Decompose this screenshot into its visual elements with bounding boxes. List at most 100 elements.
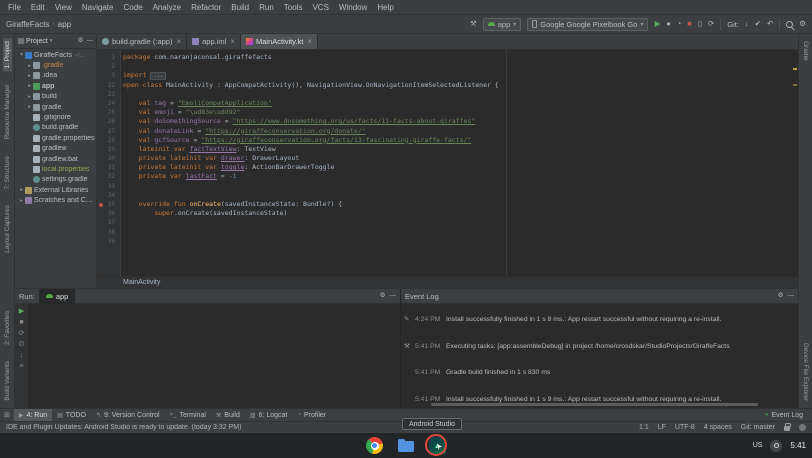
android-studio-icon[interactable]: ▲	[429, 437, 446, 454]
run-icon[interactable]: ▶	[654, 20, 660, 28]
close-icon[interactable]: ×	[230, 37, 235, 46]
tree-item-app[interactable]: ▸app	[15, 81, 96, 91]
menu-item-code[interactable]: Code	[118, 3, 147, 12]
close-icon[interactable]: ×	[307, 37, 312, 46]
stripe-item-2-favorites[interactable]: 2: Favorites	[3, 308, 12, 348]
menu-item-build[interactable]: Build	[226, 3, 254, 12]
event-log-body[interactable]: ✎4:24 PMInstall successfully finished in…	[401, 304, 798, 408]
warning-stripe-mark[interactable]	[793, 84, 797, 86]
stripe-item-layout-captures[interactable]: Layout Captures	[3, 202, 12, 256]
stripe-item-resource-manager[interactable]: Resource Manager	[3, 81, 12, 142]
clear-icon[interactable]: ∅	[18, 341, 24, 348]
restart-icon[interactable]: ⟳	[19, 330, 25, 337]
profile-icon[interactable]: ◔	[677, 20, 682, 28]
status-4-spaces[interactable]: 4 spaces	[704, 424, 732, 431]
toolwindow-terminal[interactable]: >_Terminal	[165, 409, 211, 422]
run-tab-app[interactable]: app	[39, 289, 76, 304]
project-view-selector[interactable]: Project	[26, 38, 48, 45]
chrome-icon[interactable]	[366, 437, 383, 454]
tab-mainactivity-kt[interactable]: MainActivity.kt×	[241, 34, 318, 49]
status-git-master[interactable]: Git: master	[741, 424, 775, 431]
tree-item-scratches-and-consoles[interactable]: ▸Scratches and Consoles	[15, 195, 96, 205]
git-revert-icon[interactable]: ↶	[767, 20, 773, 28]
toolwindow-4-run[interactable]: ▶4: Run	[14, 409, 52, 422]
gradle-sync-icon[interactable]: ⟳	[708, 20, 714, 28]
hide-panel-icon[interactable]: —	[788, 293, 795, 300]
menu-item-window[interactable]: Window	[334, 3, 372, 12]
gear-icon[interactable]: ⚙	[78, 38, 84, 45]
lock-icon[interactable]	[784, 426, 790, 431]
stripe-item-gradle[interactable]: Gradle	[801, 38, 810, 64]
settings-gear-icon[interactable]: ⚙	[799, 20, 806, 28]
build-hammer-icon[interactable]: ⚒	[470, 20, 477, 28]
menu-item-file[interactable]: File	[3, 3, 26, 12]
tab-build-gradle-app[interactable]: build.gradle (:app)×	[97, 34, 187, 49]
tree-item-gradlew[interactable]: gradlew	[15, 144, 96, 154]
tree-item-build[interactable]: ▸build	[15, 92, 96, 102]
gear-icon[interactable]: ⚙	[778, 293, 784, 300]
rerun-icon[interactable]: ▶	[19, 308, 24, 315]
status-message[interactable]: IDE and Plugin Updates: Android Studio i…	[6, 424, 631, 431]
device-manager-icon[interactable]: ▯	[698, 20, 702, 28]
editor[interactable]: 123222324252627282930313233343536373839 …	[97, 50, 798, 276]
horizontal-scrollbar[interactable]	[431, 403, 758, 406]
scroll-down-icon[interactable]: ↓	[20, 352, 24, 359]
override-marker-icon[interactable]	[99, 203, 103, 207]
pin-icon[interactable]: ≡	[19, 363, 23, 370]
breadcrumb-module[interactable]: app	[58, 20, 71, 29]
status-lf[interactable]: LF	[658, 424, 666, 431]
run-console[interactable]	[29, 304, 400, 408]
tray-status-icon[interactable]	[770, 440, 782, 452]
tree-item-build-gradle[interactable]: build.gradle	[15, 123, 96, 133]
git-commit-icon[interactable]: ✔	[755, 20, 761, 28]
toolwindow-build[interactable]: ⚒Build	[211, 409, 245, 422]
toolwindow-event-log[interactable]: ●Event Log	[760, 409, 808, 422]
tree-item-giraffefacts[interactable]: ▾GiraffeFacts~/...	[15, 50, 96, 60]
clock[interactable]: 5:41	[790, 441, 806, 450]
menu-item-view[interactable]: View	[50, 3, 77, 12]
warning-stripe-mark[interactable]	[793, 68, 797, 70]
tree-item-gradle-properties[interactable]: gradle.properties	[15, 133, 96, 143]
toolwindow-profiler[interactable]: ◔Profiler	[292, 409, 331, 422]
tree-item-external-libraries[interactable]: ▸External Libraries	[15, 185, 96, 195]
toolwindow-9-version-control[interactable]: ↰9: Version Control	[91, 409, 165, 422]
stop-icon[interactable]: ■	[19, 319, 23, 326]
debug-icon[interactable]: ●	[666, 20, 671, 28]
toolwindow-6-logcat[interactable]: ▥6: Logcat	[245, 409, 292, 422]
breadcrumb-class[interactable]: MainActivity	[123, 279, 160, 286]
stop-icon[interactable]: ■	[687, 20, 692, 28]
menu-item-edit[interactable]: Edit	[26, 3, 50, 12]
tree-item-gradlew-bat[interactable]: gradlew.bat	[15, 154, 96, 164]
git-pull-icon[interactable]: ↓	[745, 20, 749, 28]
search-icon[interactable]	[786, 21, 793, 28]
tab-app-iml[interactable]: app.iml×	[187, 34, 241, 49]
tree-item-settings-gradle[interactable]: settings.gradle	[15, 175, 96, 185]
tree-item-gitignore[interactable]: .gitignore	[15, 112, 96, 122]
stripe-item-1-project[interactable]: 1: Project	[3, 38, 12, 71]
run-config-selector[interactable]: app ▾	[483, 18, 522, 31]
menu-item-vcs[interactable]: VCS	[307, 3, 333, 12]
files-icon[interactable]	[398, 441, 414, 452]
gear-icon[interactable]: ⚙	[380, 293, 386, 300]
code-area[interactable]: package com.naranjaconsal.giraffefactsim…	[121, 50, 798, 276]
menu-item-run[interactable]: Run	[254, 3, 279, 12]
stripe-item-build-variants[interactable]: Build Variants	[3, 358, 12, 404]
notification-icon[interactable]	[799, 424, 806, 431]
toolwindow-switcher-icon[interactable]: ⊞	[4, 411, 10, 419]
breadcrumb-project[interactable]: GiraffeFacts	[6, 20, 49, 29]
stripe-item-device-file-explorer[interactable]: Device File Explorer	[801, 340, 810, 404]
tree-item-idea[interactable]: ▸.idea	[15, 71, 96, 81]
close-icon[interactable]: ×	[176, 37, 181, 46]
menu-item-analyze[interactable]: Analyze	[148, 3, 186, 12]
tree-item-local-properties[interactable]: local.properties	[15, 164, 96, 174]
tree-item-gradle[interactable]: ▸.gradle	[15, 60, 96, 70]
tree-item-gradle[interactable]: ▸gradle	[15, 102, 96, 112]
stripe-item-7-structure[interactable]: 7: Structure	[3, 153, 12, 193]
menu-item-refactor[interactable]: Refactor	[186, 3, 226, 12]
status-1-1[interactable]: 1:1	[639, 424, 649, 431]
status-utf-8[interactable]: UTF-8	[675, 424, 695, 431]
menu-item-tools[interactable]: Tools	[279, 3, 308, 12]
hide-panel-icon[interactable]: —	[390, 293, 397, 300]
toolwindow-todo[interactable]: ▤TODO	[52, 409, 91, 422]
keyboard-layout-indicator[interactable]: US	[753, 442, 763, 449]
